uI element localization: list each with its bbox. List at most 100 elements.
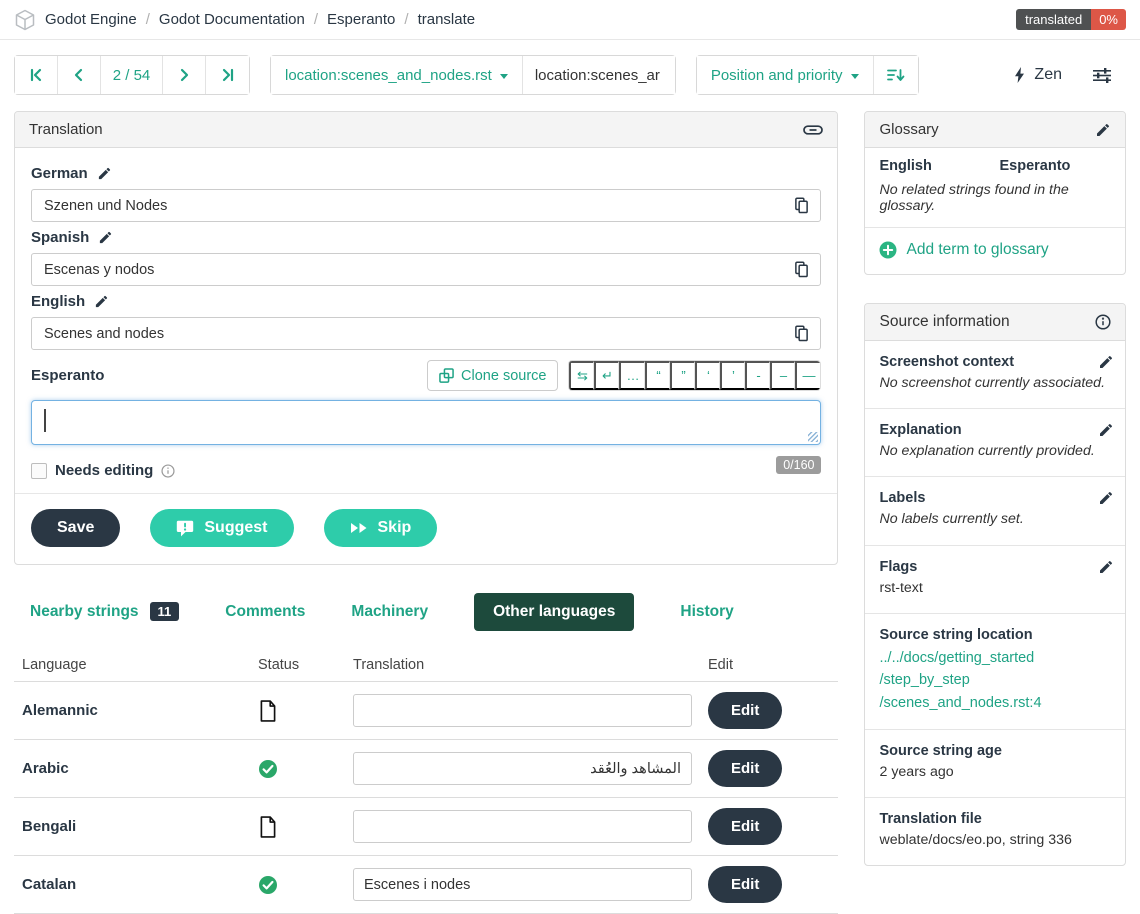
source-location-link[interactable]: /scenes_and_nodes.rst:4 [879,692,1111,714]
sort-direction-button[interactable] [874,56,918,94]
edit-pencil-icon[interactable] [94,294,109,309]
source-location-link[interactable]: ../../docs/getting_started [879,647,1111,669]
toolbar-right: Zen [1014,66,1126,84]
german-field [31,189,821,222]
labels-section: Labels No labels currently set. [865,477,1125,545]
last-string-button[interactable] [206,56,249,94]
lightning-bolt-icon [1014,67,1025,83]
spanish-translation-input[interactable] [34,262,792,278]
glossary-column-esperanto: Esperanto [999,158,1070,174]
insert-em-dash-button[interactable]: — [795,361,820,390]
translation-input[interactable] [353,694,692,727]
edit-button[interactable]: Edit [708,750,782,787]
copy-icon[interactable] [792,195,811,216]
previous-string-button[interactable] [58,56,101,94]
source-location-link[interactable]: /step_by_step [879,669,1111,691]
edit-pencil-icon[interactable] [1098,559,1114,575]
needs-editing-checkbox[interactable] [31,463,47,479]
permalink-icon[interactable] [803,124,823,136]
edit-pencil-icon[interactable] [1098,354,1114,370]
textarea-resize-handle[interactable] [808,432,818,442]
zen-mode-button[interactable]: Zen [1014,66,1062,84]
tab-machinery[interactable]: Machinery [351,593,428,631]
translation-input[interactable] [353,752,692,785]
tab-label: Machinery [351,603,428,621]
search-input[interactable] [523,56,675,94]
section-title: Source string age [879,743,1111,759]
tab-comments[interactable]: Comments [225,593,305,631]
edit-pencil-icon[interactable] [1098,490,1114,506]
english-label: English [31,293,85,310]
settings-sliders-icon[interactable] [1092,67,1112,84]
source-string-location-section: Source string location ../../docs/gettin… [865,614,1125,730]
translation-input[interactable] [353,810,692,843]
add-term-to-glossary-button[interactable]: Add term to glossary [865,228,1125,274]
special-characters-toolbar: ⇆ ↵ … “ ” ‘ ’ - – — [568,360,821,391]
skip-button[interactable]: Skip [324,509,438,547]
spanish-field [31,253,821,286]
language-name: Arabic [14,740,250,798]
section-title: Screenshot context [879,354,1111,370]
insert-en-dash-button[interactable]: – [770,361,795,390]
breadcrumb-separator: / [314,11,318,28]
section-title: Explanation [879,422,1111,438]
table-row: Arabic Edit [14,740,838,798]
suggest-button[interactable]: Suggest [150,509,293,547]
sort-order-dropdown[interactable]: Position and priority [697,56,874,94]
table-row: Bengali Edit [14,798,838,856]
insert-tab-button[interactable]: ⇆ [569,361,594,390]
zen-label: Zen [1034,66,1062,84]
insert-close-single-quote-button[interactable]: ’ [720,361,745,390]
top-bar: Godot Engine / Godot Documentation / Esp… [0,0,1140,40]
skip-label: Skip [378,519,412,537]
insert-open-single-quote-button[interactable]: ‘ [695,361,720,390]
edit-button[interactable]: Edit [708,808,782,845]
insert-ellipsis-button[interactable]: … [619,361,645,390]
explanation-section: Explanation No explanation currently pro… [865,409,1125,477]
plus-circle-icon [879,241,897,259]
breadcrumb: Godot Engine / Godot Documentation / Esp… [14,9,475,31]
first-string-button[interactable] [15,56,58,94]
insert-newline-button[interactable]: ↵ [594,361,619,390]
translation-input[interactable] [353,868,692,901]
add-term-label: Add term to glossary [906,241,1048,259]
tab-other-languages[interactable]: Other languages [474,593,634,631]
edit-pencil-icon[interactable] [1098,422,1114,438]
info-icon[interactable] [161,464,175,478]
german-translation-input[interactable] [34,198,792,214]
translated-check-icon [258,874,337,896]
search-filter-label: location:scenes_and_nodes.rst [285,67,492,84]
info-icon[interactable] [1095,314,1111,330]
clone-source-button[interactable]: Clone source [427,360,558,391]
breadcrumb-language[interactable]: Esperanto [327,11,395,28]
translation-panel-title: Translation [29,121,103,138]
edit-button[interactable]: Edit [708,866,782,903]
search-filter-dropdown[interactable]: location:scenes_and_nodes.rst [271,56,523,94]
tab-nearby-strings[interactable]: Nearby strings 11 [30,592,179,631]
save-button[interactable]: Save [31,509,120,547]
insert-hyphen-button[interactable]: - [745,361,770,390]
tab-history[interactable]: History [680,593,733,631]
edit-pencil-icon[interactable] [1095,122,1111,138]
english-translation-input[interactable] [34,326,792,342]
column-header-language: Language [14,649,250,682]
edit-pencil-icon[interactable] [97,166,112,181]
breadcrumb-page: translate [418,11,476,28]
tab-label: Nearby strings [30,603,139,621]
breadcrumb-component[interactable]: Godot Documentation [159,11,305,28]
translation-panel: Translation German [14,111,838,565]
copy-icon[interactable] [792,323,811,344]
tab-label: Comments [225,603,305,621]
insert-close-quote-button[interactable]: ” [670,361,695,390]
breadcrumb-project[interactable]: Godot Engine [45,11,137,28]
next-string-button[interactable] [163,56,206,94]
translated-badge-value: 0% [1091,9,1126,30]
sort-group: Position and priority [696,55,919,95]
edit-button[interactable]: Edit [708,692,782,729]
copy-icon[interactable] [792,259,811,280]
edit-pencil-icon[interactable] [98,230,113,245]
table-row: Catalan Edit [14,856,838,914]
save-label: Save [57,519,94,537]
esperanto-translation-textarea[interactable] [31,400,821,445]
insert-open-quote-button[interactable]: “ [645,361,670,390]
